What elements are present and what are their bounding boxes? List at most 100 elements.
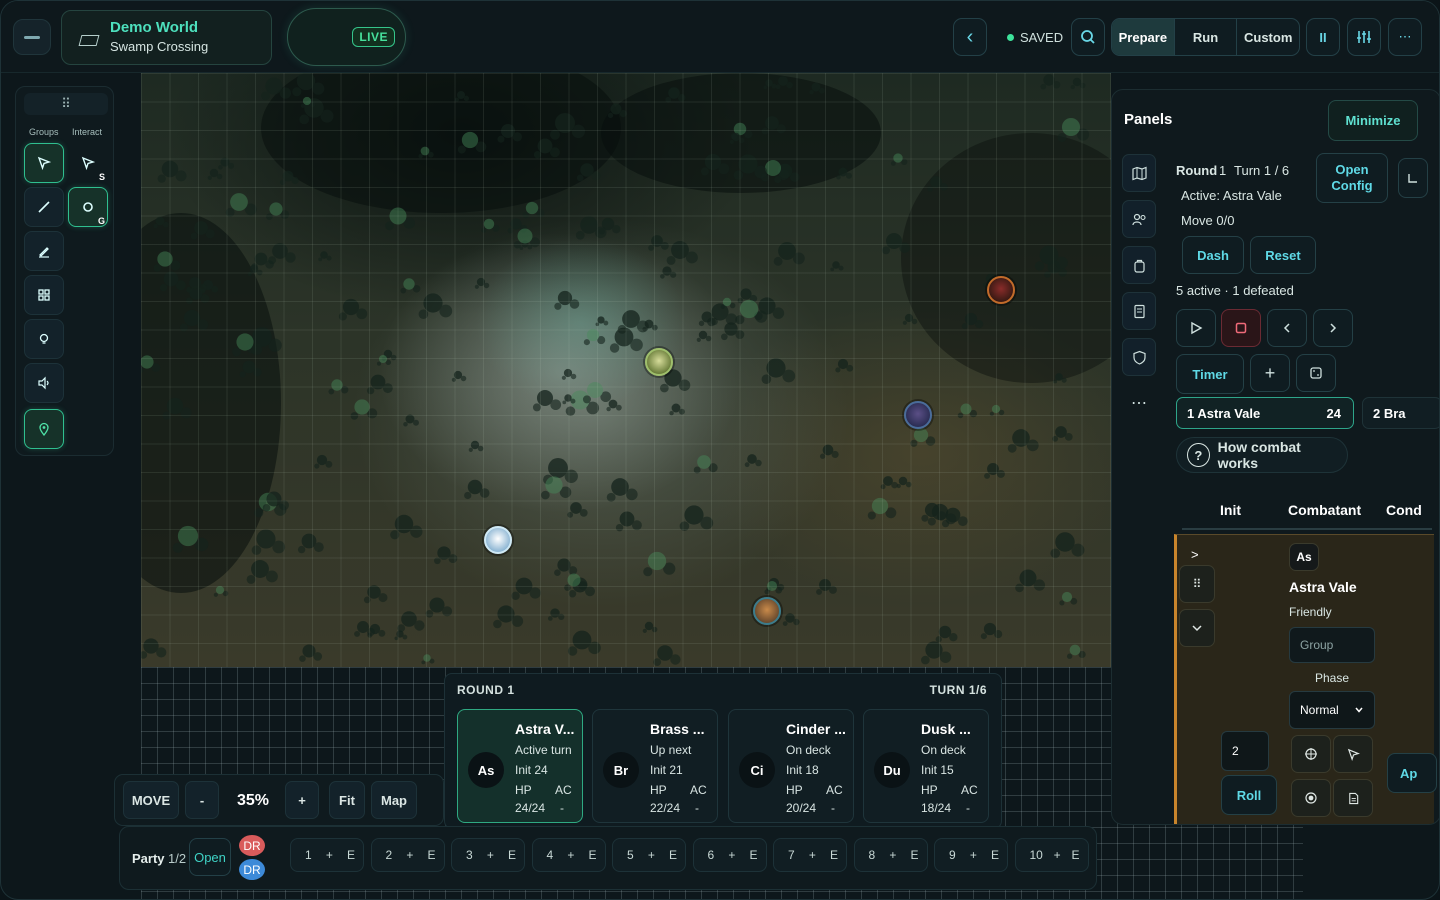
hotbar-slot[interactable]: 7 + E <box>773 838 847 872</box>
world-card[interactable]: Demo World Swamp Crossing <box>61 10 272 65</box>
combatant-card[interactable]: Du Dusk ... On deck Init 15 HP AC 18/24 … <box>863 709 989 823</box>
slot-edit[interactable]: E <box>588 848 596 862</box>
slot-add[interactable]: + <box>970 848 977 862</box>
token-brass[interactable] <box>645 348 673 376</box>
previous-turn-button[interactable] <box>1267 309 1307 347</box>
panel-nav-more[interactable]: ⋯ <box>1122 384 1156 422</box>
hotbar-slot[interactable]: 2 + E <box>370 838 445 872</box>
panel-nav-journal[interactable] <box>1122 292 1156 330</box>
mode-custom[interactable]: Custom <box>1237 19 1299 55</box>
notes-button[interactable] <box>1333 779 1373 817</box>
group-input[interactable]: Group <box>1289 627 1375 663</box>
add-combatant-button[interactable]: + <box>1250 354 1290 392</box>
slot-add[interactable]: + <box>326 848 333 862</box>
slot-add[interactable]: + <box>1054 848 1061 862</box>
play-button[interactable] <box>1176 309 1216 347</box>
battle-map[interactable] <box>141 73 1111 667</box>
initiative-input[interactable]: 2 <box>1221 731 1269 771</box>
row-drag-handle[interactable]: ⠿ <box>1179 565 1215 603</box>
pin-tool[interactable] <box>24 409 64 449</box>
slot-edit[interactable]: E <box>910 848 918 862</box>
draw-tool[interactable] <box>24 231 64 271</box>
map-button[interactable]: Map <box>371 781 417 819</box>
row-collapse-button[interactable] <box>1179 609 1215 647</box>
slot-edit[interactable]: E <box>749 848 757 862</box>
dice-button[interactable] <box>1296 354 1336 392</box>
hotbar-slot[interactable]: 10 + E <box>1014 838 1089 872</box>
move-button[interactable]: MOVE <box>123 781 179 819</box>
panel-nav-people[interactable] <box>1122 200 1156 238</box>
next-turn-button[interactable] <box>1313 309 1353 347</box>
initiative-chip[interactable]: 2 Bra <box>1362 397 1439 429</box>
slot-add[interactable]: + <box>728 848 735 862</box>
grid-tool[interactable] <box>24 275 64 315</box>
slot-add[interactable]: + <box>567 848 574 862</box>
hotbar-slot[interactable]: 8 + E <box>853 838 928 872</box>
token-astra-vale[interactable] <box>484 526 512 554</box>
hotbar-slot[interactable]: 1 + E <box>290 838 364 872</box>
slot-edit[interactable]: E <box>1071 848 1079 862</box>
timer-button[interactable]: Timer <box>1176 354 1244 394</box>
panel-nav-inventory[interactable] <box>1122 246 1156 284</box>
sound-tool[interactable] <box>24 363 64 403</box>
mode-prepare[interactable]: Prepare <box>1112 19 1175 55</box>
token-dusk[interactable] <box>904 401 932 429</box>
open-config-button[interactable]: Open Config <box>1316 153 1388 203</box>
apply-button[interactable]: Ap <box>1387 753 1437 793</box>
token-enemy[interactable] <box>987 276 1015 304</box>
dr-badge[interactable]: DR <box>239 835 265 856</box>
select-tool[interactable] <box>24 143 64 183</box>
phase-select[interactable]: Normal <box>1289 691 1375 729</box>
light-tool[interactable] <box>24 319 64 359</box>
slot-edit[interactable]: E <box>669 848 677 862</box>
hotbar-slot[interactable]: 4 + E <box>531 838 606 872</box>
export-button[interactable] <box>1398 158 1428 198</box>
help-button[interactable]: ? How combat works <box>1176 437 1348 473</box>
pause-button[interactable]: II <box>1306 18 1340 56</box>
select-token-button[interactable] <box>1333 735 1373 773</box>
measure-tool[interactable] <box>24 187 64 227</box>
slot-edit[interactable]: E <box>427 848 435 862</box>
party-open-button[interactable]: Open <box>189 838 231 876</box>
slot-add[interactable]: + <box>809 848 816 862</box>
token-cinder[interactable] <box>753 597 781 625</box>
target-button[interactable] <box>1291 735 1331 773</box>
mixer-button[interactable] <box>1347 18 1381 56</box>
mode-run[interactable]: Run <box>1175 19 1238 55</box>
combatant-card[interactable]: As Astra V... Active turn Init 24 HP AC … <box>457 709 583 823</box>
reset-button[interactable]: Reset <box>1250 236 1316 274</box>
slot-edit[interactable]: E <box>830 848 838 862</box>
select-tool-s[interactable]: S <box>68 143 108 183</box>
expand-chevron[interactable]: > <box>1191 547 1199 562</box>
minimize-button[interactable]: Minimize <box>1328 100 1418 141</box>
initiative-chip[interactable]: 1 Astra Vale 24 <box>1176 397 1354 429</box>
dash-button[interactable]: Dash <box>1182 236 1244 274</box>
live-toggle[interactable]: LIVE <box>287 8 406 66</box>
slot-edit[interactable]: E <box>347 848 355 862</box>
panel-nav-combat[interactable] <box>1122 338 1156 376</box>
zoom-in-button[interactable]: + <box>285 781 319 819</box>
drag-handle[interactable]: ⠿ <box>24 93 108 115</box>
panel-nav-map[interactable] <box>1122 154 1156 192</box>
circle-tool[interactable]: G <box>68 187 108 227</box>
zoom-out-button[interactable]: - <box>185 781 219 819</box>
back-button[interactable]: ‹ <box>953 18 987 56</box>
slot-edit[interactable]: E <box>508 848 516 862</box>
slot-edit[interactable]: E <box>991 848 999 862</box>
slot-add[interactable]: + <box>648 848 655 862</box>
app-logo-button[interactable] <box>13 19 51 55</box>
hotbar-slot[interactable]: 3 + E <box>451 838 525 872</box>
record-button[interactable] <box>1291 779 1331 817</box>
combatant-card[interactable]: Br Brass ... Up next Init 21 HP AC 22/24… <box>592 709 718 823</box>
hotbar-slot[interactable]: 5 + E <box>612 838 686 872</box>
search-button[interactable] <box>1071 18 1105 56</box>
more-button[interactable]: ⋯ <box>1388 18 1422 56</box>
combatant-card[interactable]: Ci Cinder ... On deck Init 18 HP AC 20/2… <box>728 709 854 823</box>
slot-add[interactable]: + <box>889 848 896 862</box>
hotbar-slot[interactable]: 9 + E <box>934 838 1008 872</box>
stop-button[interactable] <box>1221 309 1261 347</box>
roll-button[interactable]: Roll <box>1221 775 1277 815</box>
fit-button[interactable]: Fit <box>329 781 365 819</box>
hotbar-slot[interactable]: 6 + E <box>692 838 767 872</box>
slot-add[interactable]: + <box>487 848 494 862</box>
